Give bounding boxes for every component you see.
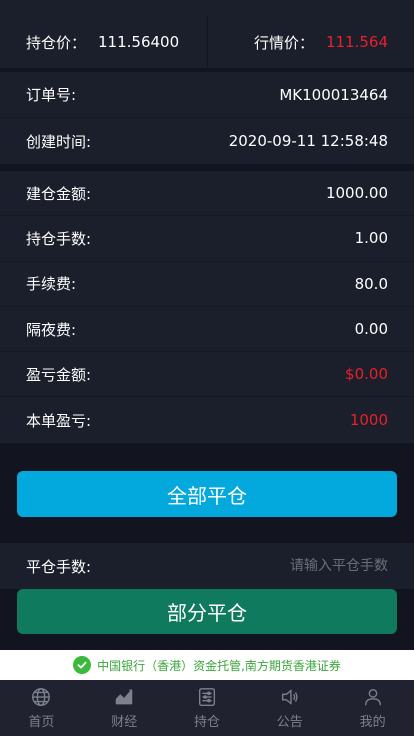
chart-icon — [115, 689, 133, 705]
speaker-icon — [281, 689, 298, 705]
position-icon — [198, 688, 216, 706]
tab-announcements[interactable]: 公告 — [248, 680, 331, 736]
market-price-label: 行情价： — [253, 33, 314, 52]
detail-label: 建仓金额: — [26, 184, 92, 203]
user-icon — [364, 688, 381, 706]
tab-finance-label: 财经 — [111, 715, 138, 730]
order-no-row: 订单号: MK100013464 — [0, 72, 414, 118]
hold-price-value: 111.56400 — [98, 33, 180, 51]
overnight-fee-row: 隔夜费: 0.00 — [0, 307, 414, 353]
shield-check-icon — [73, 656, 92, 674]
tab-finance[interactable]: 财经 — [83, 680, 166, 736]
detail-value: 80.0 — [354, 274, 388, 293]
hold-lots-row: 持仓手数: 1.00 — [0, 216, 414, 262]
bottom-tab-bar: 首页 财经 持仓 公告 我的 — [0, 680, 414, 736]
globe-icon — [32, 688, 51, 706]
tab-announcements-label: 公告 — [276, 715, 303, 730]
tab-home-label: 首页 — [28, 715, 55, 730]
detail-label: 盈亏金额: — [26, 365, 92, 384]
position-detail-page: 持仓价： 111.56400 行情价： 111.564 订单号: MK10001… — [0, 0, 414, 736]
close-all-button[interactable]: 全部平仓 — [17, 471, 397, 517]
created-time-label: 创建时间: — [26, 132, 92, 151]
tab-positions-label: 持仓 — [193, 715, 220, 730]
close-quantity-label: 平仓手数: — [26, 557, 92, 576]
position-details-section: 建仓金额: 1000.00 持仓手数: 1.00 手续费: 80.0 隔夜费: … — [0, 171, 414, 443]
top-strip — [0, 0, 414, 16]
detail-label: 手续费: — [26, 275, 77, 294]
close-quantity-input[interactable] — [208, 558, 388, 574]
detail-value: 1000 — [349, 411, 388, 430]
tab-positions[interactable]: 持仓 — [166, 680, 249, 736]
order-no-label: 订单号: — [26, 86, 77, 104]
detail-label: 隔夜费: — [26, 320, 77, 339]
detail-value: 1000.00 — [325, 184, 388, 203]
fee-row: 手续费: 80.0 — [0, 262, 414, 307]
hold-price-cell: 持仓价： 111.56400 — [0, 16, 208, 68]
market-price-cell: 行情价： 111.564 — [208, 16, 414, 68]
order-no-value: MK100013464 — [279, 85, 388, 104]
partial-close-button[interactable]: 部分平仓 — [17, 589, 397, 634]
detail-value: $0.00 — [345, 365, 388, 384]
tab-home[interactable]: 首页 — [0, 680, 83, 736]
tab-mine-label: 我的 — [359, 715, 386, 730]
pnl-amount-row: 盈亏金额: $0.00 — [0, 352, 414, 398]
hold-price-label: 持仓价： — [26, 33, 87, 52]
tab-mine[interactable]: 我的 — [331, 680, 414, 736]
created-time-value: 2020-09-11 12:58:48 — [228, 132, 388, 150]
market-price-value: 111.564 — [325, 33, 388, 51]
detail-value: 1.00 — [354, 229, 388, 248]
close-quantity-row: 平仓手数: — [0, 543, 414, 589]
created-time-row: 创建时间: 2020-09-11 12:58:48 — [0, 118, 414, 164]
order-info-section: 订单号: MK100013464 创建时间: 2020-09-11 12:58:… — [0, 72, 414, 164]
open-amount-row: 建仓金额: 1000.00 — [0, 171, 414, 217]
detail-value: 0.00 — [354, 320, 388, 339]
price-bar: 持仓价： 111.56400 行情价： 111.564 — [0, 16, 414, 68]
detail-label: 持仓手数: — [26, 229, 92, 248]
custody-banner: 中国银行（香港）资金托管,南方期货香港证券 — [0, 650, 414, 680]
custody-banner-text: 中国银行（香港）资金托管,南方期货香港证券 — [97, 658, 341, 673]
detail-label: 本单盈亏: — [26, 411, 92, 430]
order-pnl-row: 本单盈亏: 1000 — [0, 397, 414, 442]
